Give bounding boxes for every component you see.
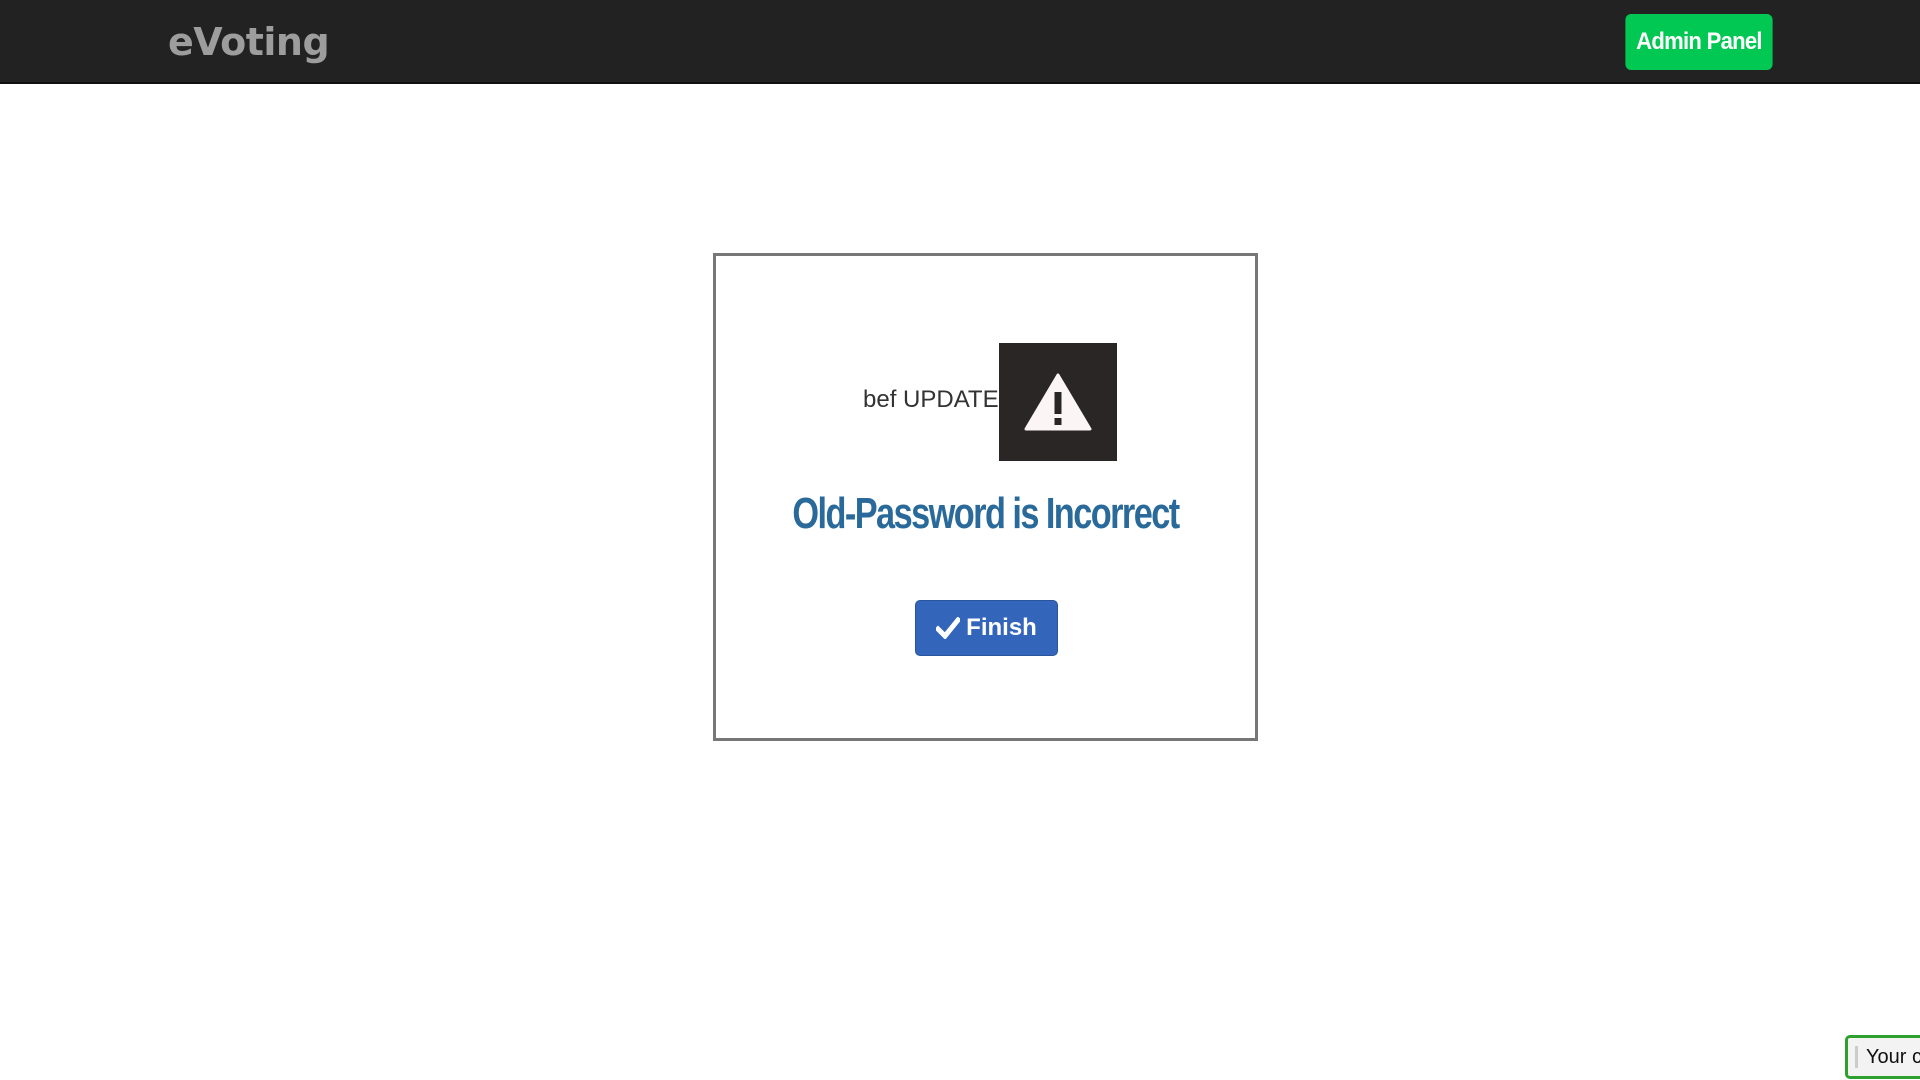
warning-triangle-icon	[1024, 373, 1092, 431]
admin-panel-button[interactable]: Admin Panel	[1625, 14, 1773, 70]
status-text: bef UPDATE	[863, 386, 999, 413]
finish-button[interactable]: Finish	[915, 600, 1058, 656]
brand-logo[interactable]: eVoting	[168, 18, 330, 66]
error-message: Old-Password is Incorrect	[792, 489, 1180, 538]
warning-icon-box	[998, 343, 1117, 461]
cookie-notice-bar	[1855, 1046, 1858, 1068]
cookie-notice[interactable]: Your c	[1845, 1035, 1920, 1079]
top-navbar: eVoting Admin Panel	[0, 0, 1920, 84]
result-card: bef UPDATE Old-Password is Incorrect Fin…	[713, 253, 1258, 741]
cookie-notice-text: Your c	[1866, 1045, 1920, 1068]
status-row: bef UPDATE	[863, 343, 1117, 461]
finish-button-label: Finish	[966, 614, 1037, 641]
check-icon	[936, 617, 961, 639]
